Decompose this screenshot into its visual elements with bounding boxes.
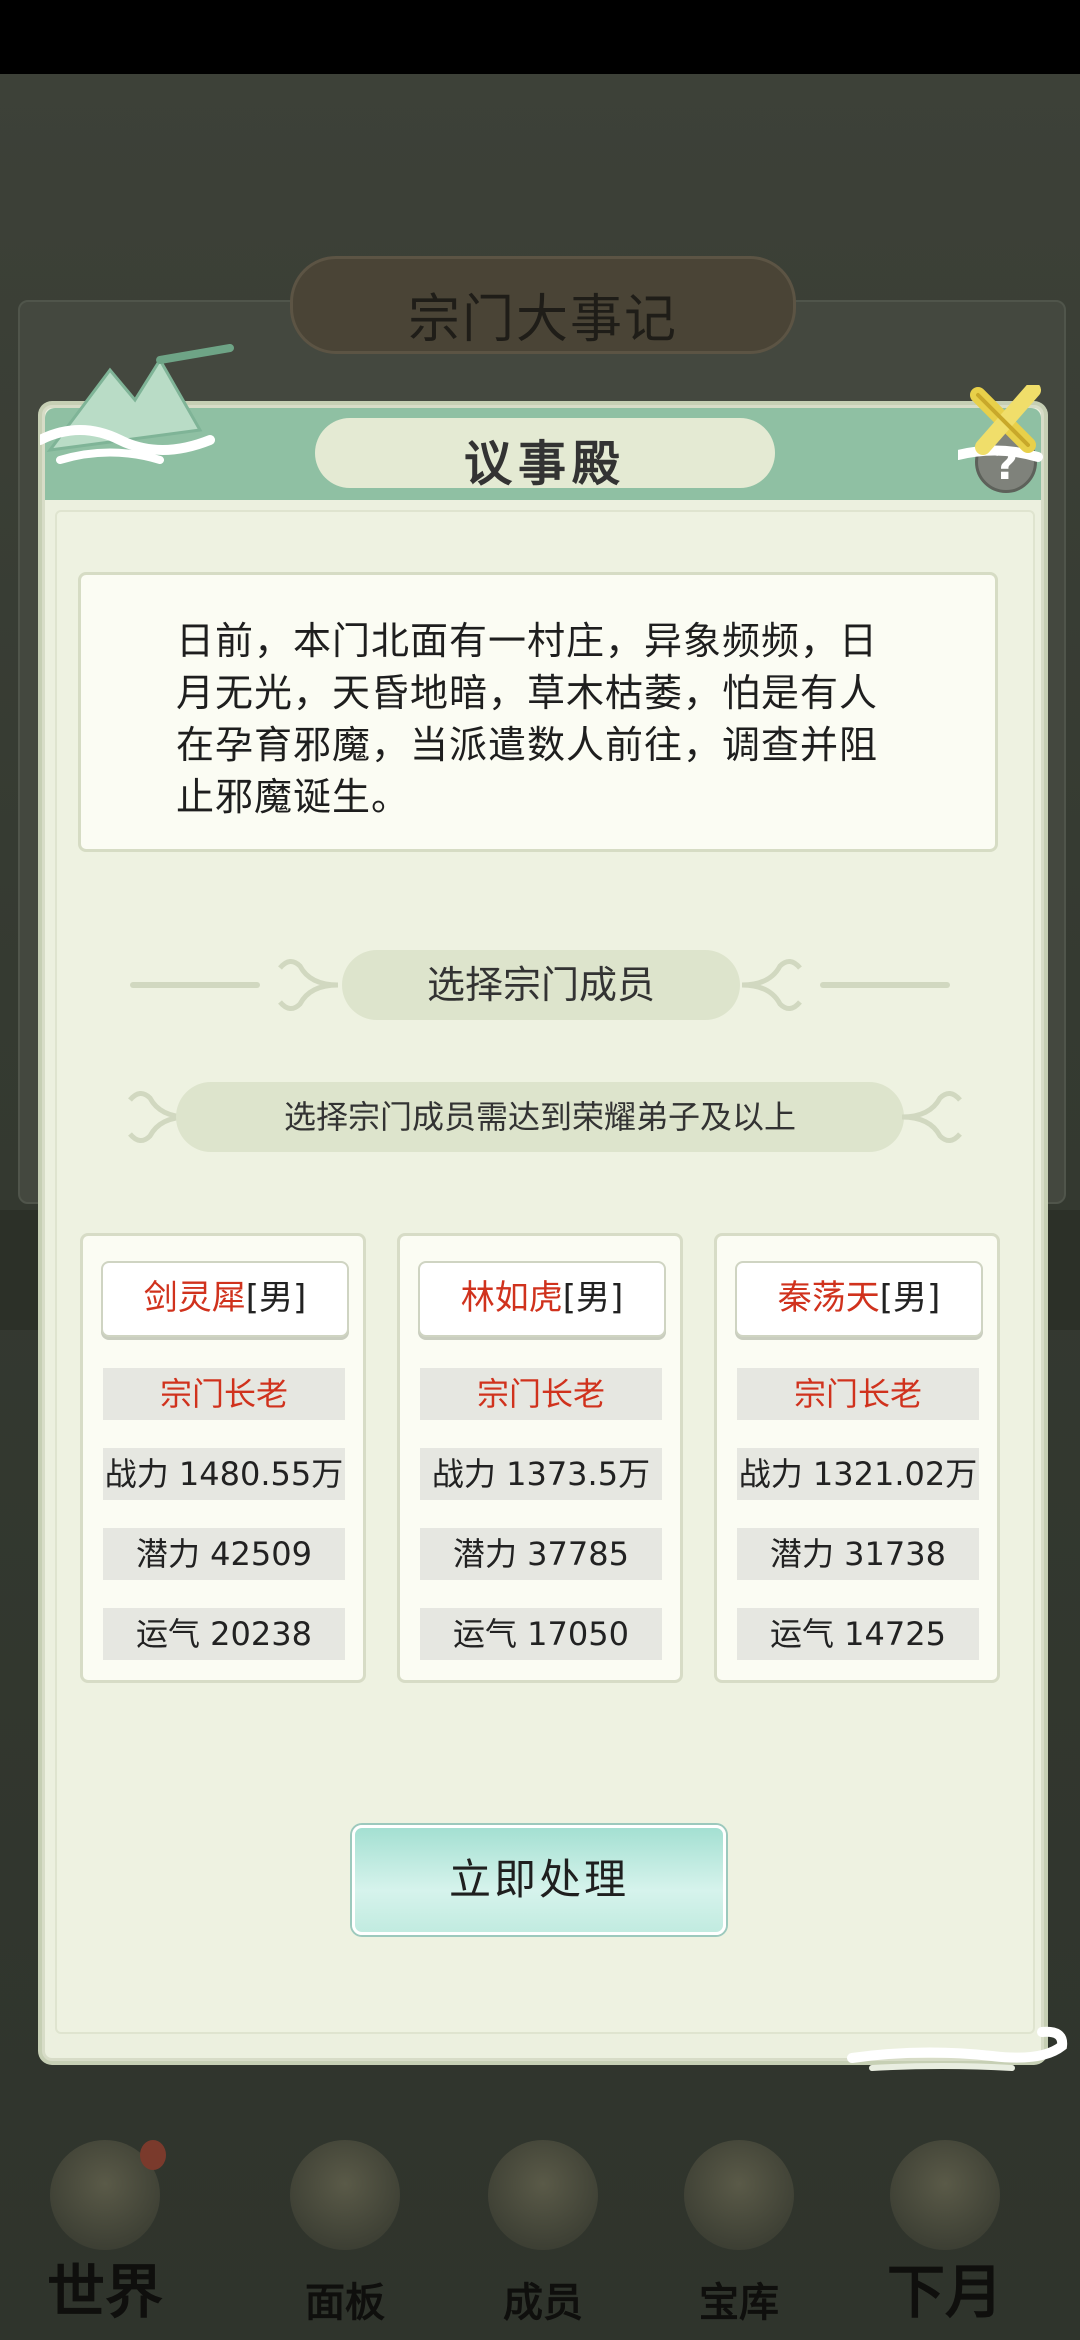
member-card[interactable]: 秦荡天[男] 宗门长老 战力 1321.02万 潜力 31738 运气 1472…	[714, 1233, 1000, 1683]
member-card[interactable]: 剑灵犀[男] 宗门长老 战力 1480.55万 潜力 42509 运气 2023…	[80, 1233, 366, 1683]
nav-label-members: 成员	[503, 2279, 583, 2326]
member-luck: 运气 20238	[103, 1608, 345, 1660]
panel-icon	[290, 2140, 400, 2250]
member-name-button[interactable]: 秦荡天[男]	[735, 1261, 983, 1337]
next-month-icon	[890, 2140, 1000, 2250]
nav-label-panel: 面板	[305, 2279, 385, 2326]
bottom-nav: 世界 面板 成员 宝库 下月	[0, 2120, 1080, 2340]
cloud-decoration	[847, 2026, 1068, 2071]
event-description: 日前，本门北面有一村庄，异象频频，日月无光，天昏地暗，草木枯萎，怕是有人在孕育邪…	[176, 619, 879, 819]
member-gender: [男]	[562, 1278, 624, 1318]
member-name-button[interactable]: 剑灵犀[男]	[101, 1261, 349, 1337]
section-title-row: 选择宗门成员	[130, 950, 950, 1020]
member-name-button[interactable]: 林如虎[男]	[418, 1261, 666, 1337]
members-icon	[488, 2140, 598, 2250]
status-bar	[0, 0, 1080, 74]
member-potential: 潜力 31738	[737, 1528, 979, 1580]
member-potential: 潜力 37785	[420, 1528, 662, 1580]
requirement-note: 选择宗门成员需达到荣耀弟子及以上	[176, 1082, 904, 1152]
swirl-left-icon	[278, 959, 339, 1011]
handle-now-button[interactable]: 立即处理	[352, 1825, 726, 1935]
dialog-title: 议事殿	[463, 436, 626, 492]
nav-item-world[interactable]: 世界	[20, 2120, 190, 2340]
section-title: 选择宗门成员	[342, 950, 740, 1020]
member-name: 林如虎	[460, 1278, 563, 1318]
member-name: 秦荡天	[777, 1278, 880, 1318]
member-name: 剑灵犀	[143, 1278, 246, 1318]
nav-item-next-month[interactable]: 下月	[860, 2120, 1030, 2340]
background-banner: 宗门大事记	[290, 256, 796, 354]
member-rank: 宗门长老	[420, 1368, 662, 1420]
member-rank: 宗门长老	[737, 1368, 979, 1420]
member-power: 战力 1321.02万	[737, 1448, 979, 1500]
swirl-right-icon	[741, 959, 802, 1011]
close-icon[interactable]	[958, 385, 1058, 465]
mountain-decoration	[40, 344, 234, 464]
treasury-icon	[684, 2140, 794, 2250]
divider-left	[130, 982, 260, 988]
nav-item-treasury[interactable]: 宝库	[654, 2120, 824, 2340]
member-power: 战力 1373.5万	[420, 1448, 662, 1500]
nav-label-world: 世界	[46, 2258, 163, 2326]
dialog-title-pill: 议事殿 ?	[315, 418, 1037, 493]
member-gender: [男]	[879, 1278, 941, 1318]
background-banner-title: 宗门大事记	[407, 290, 678, 350]
swirl-right-icon	[901, 1091, 962, 1143]
member-gender: [男]	[245, 1278, 307, 1318]
member-potential: 潜力 42509	[103, 1528, 345, 1580]
event-description-box: 日前，本门北面有一村庄，异象频频，日月无光，天昏地暗，草木枯萎，怕是有人在孕育邪…	[78, 572, 998, 852]
divider-right	[820, 982, 950, 988]
requirement-row: 选择宗门成员需达到荣耀弟子及以上	[110, 1082, 970, 1152]
nav-label-treasury: 宝库	[699, 2279, 779, 2326]
member-card[interactable]: 林如虎[男] 宗门长老 战力 1373.5万 潜力 37785 运气 17050	[397, 1233, 683, 1683]
member-rank: 宗门长老	[103, 1368, 345, 1420]
nav-label-next-month: 下月	[886, 2258, 1003, 2326]
nav-item-panel[interactable]: 面板	[260, 2120, 430, 2340]
nav-item-members[interactable]: 成员	[458, 2120, 628, 2340]
alert-badge	[140, 2140, 166, 2170]
member-luck: 运气 17050	[420, 1608, 662, 1660]
member-luck: 运气 14725	[737, 1608, 979, 1660]
member-power: 战力 1480.55万	[103, 1448, 345, 1500]
